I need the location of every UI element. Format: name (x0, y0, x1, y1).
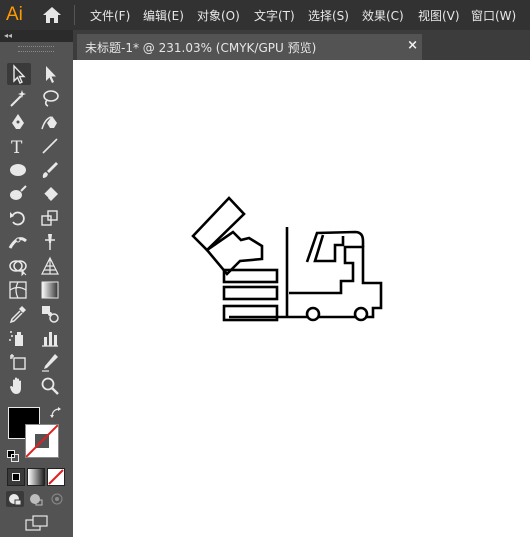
stroke-swatch[interactable] (25, 424, 59, 458)
home-icon[interactable] (42, 6, 62, 24)
artboard-canvas[interactable] (73, 60, 530, 537)
artboard-tool-icon[interactable] (7, 351, 31, 373)
forklift-artwork[interactable] (73, 60, 530, 537)
scale-tool-icon[interactable] (39, 207, 63, 229)
menu-object[interactable]: 对象(O) (197, 7, 240, 24)
menu-window[interactable]: 窗口(W) (471, 7, 516, 24)
menu-type[interactable]: 文字(T) (254, 7, 295, 24)
menu-divider (74, 5, 75, 25)
menu-bar: Ai 文件(F) 编辑(E) 对象(O) 文字(T) 选择(S) 效果(C) 视… (0, 0, 530, 30)
menu-view[interactable]: 视图(V) (418, 7, 460, 24)
document-tab-bar: 未标题-1* @ 231.03% (CMYK/GPU 预览) × (73, 30, 530, 60)
selection-tool-icon[interactable] (7, 63, 31, 85)
shaper-tool-icon[interactable] (7, 183, 31, 205)
menu-edit[interactable]: 编辑(E) (143, 7, 184, 24)
puppet-warp-tool-icon[interactable] (39, 231, 63, 253)
blend-tool-icon[interactable] (39, 303, 63, 325)
eraser-tool-icon[interactable] (39, 183, 63, 205)
lasso-tool-icon[interactable] (39, 87, 63, 109)
rear-wheel (353, 306, 369, 322)
mesh-tool-icon[interactable] (7, 279, 31, 301)
front-wheel (305, 306, 321, 322)
magic-wand-tool-icon[interactable] (7, 87, 31, 109)
symbol-sprayer-tool-icon[interactable] (7, 327, 31, 349)
shape-builder-tool-icon[interactable] (7, 255, 31, 277)
type-tool-glyph: T (11, 138, 23, 157)
gradient-tool-icon[interactable] (39, 279, 63, 301)
menu-file[interactable]: 文件(F) (90, 7, 130, 24)
eyedropper-tool-icon[interactable] (7, 303, 31, 325)
close-icon[interactable]: × (407, 38, 418, 53)
draw-behind-icon[interactable] (27, 491, 45, 507)
draw-inside-icon[interactable] (48, 491, 66, 507)
perspective-grid-tool-icon[interactable] (39, 255, 63, 277)
line-segment-tool-icon[interactable] (39, 135, 63, 157)
paintbrush-tool-icon[interactable] (39, 159, 63, 181)
pen-tool-icon[interactable] (7, 111, 31, 133)
panel-grip[interactable] (18, 46, 54, 52)
screen-mode-icon[interactable] (24, 514, 50, 532)
app-logo: Ai (6, 4, 23, 25)
document-tab[interactable]: 未标题-1* @ 231.03% (CMYK/GPU 预览) × (77, 34, 422, 60)
toolbar-header: ◂◂ (0, 30, 73, 42)
curvature-tool-icon[interactable] (39, 111, 63, 133)
width-tool-icon[interactable] (7, 231, 31, 253)
slice-tool-icon[interactable] (39, 351, 63, 373)
menu-select[interactable]: 选择(S) (308, 7, 349, 24)
direct-selection-tool-icon[interactable] (39, 63, 63, 85)
color-mode-button[interactable] (7, 468, 25, 486)
collapse-toolbar-icon[interactable]: ◂◂ (4, 30, 12, 42)
default-fill-stroke-icon[interactable] (7, 447, 19, 462)
tools-panel: T (0, 42, 73, 537)
stacked-box-2 (222, 285, 279, 301)
menu-effect[interactable]: 效果(C) (362, 7, 404, 24)
falling-box (205, 230, 264, 276)
rotate-tool-icon[interactable] (7, 207, 31, 229)
document-tab-title: 未标题-1* @ 231.03% (CMYK/GPU 预览) (85, 41, 317, 55)
draw-normal-icon[interactable] (6, 491, 24, 507)
color-mode-icon (12, 473, 20, 481)
ellipse-tool-icon[interactable] (7, 159, 31, 181)
gradient-mode-button[interactable] (27, 468, 45, 486)
column-graph-tool-icon[interactable] (39, 327, 63, 349)
swap-fill-stroke-icon[interactable] (49, 405, 63, 419)
hand-tool-icon[interactable] (7, 375, 31, 397)
zoom-tool-icon[interactable] (39, 375, 63, 397)
stacked-box-1 (222, 268, 279, 284)
type-tool-icon[interactable]: T (7, 135, 31, 157)
none-mode-button[interactable] (47, 468, 65, 486)
